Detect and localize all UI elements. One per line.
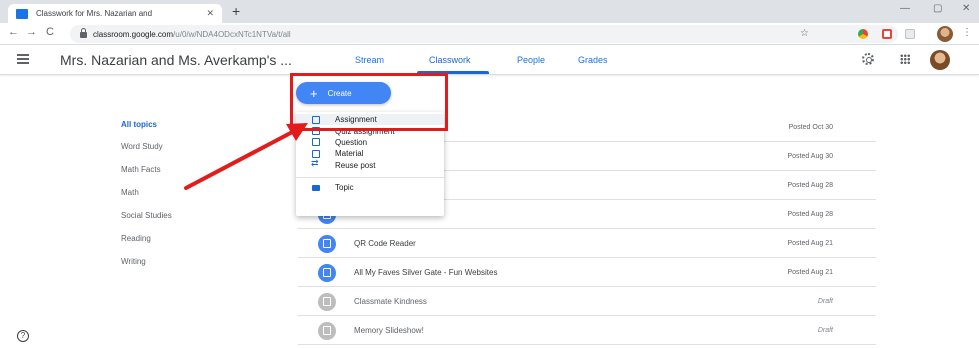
sidebar-item-all-topics[interactable]: All topics <box>121 120 157 129</box>
row-title: Memory Slideshow! <box>354 325 424 335</box>
settings-gear-icon[interactable] <box>862 53 874 65</box>
new-tab-button[interactable]: + <box>232 3 240 19</box>
google-apps-icon[interactable] <box>900 54 910 64</box>
draft-assignment-icon <box>318 293 336 311</box>
stream-row[interactable]: QR Code Reader Posted Aug 21 <box>298 229 876 258</box>
classroom-header: Mrs. Nazarian and Ms. Averkamp's ... Str… <box>0 45 979 75</box>
menu-item-label: Topic <box>335 183 354 193</box>
browser-profile-avatar[interactable] <box>937 26 953 42</box>
maximize-icon[interactable]: ▢ <box>933 3 942 14</box>
url-host: classroom.google.com <box>93 29 174 39</box>
reload-icon[interactable]: C <box>46 26 54 38</box>
menu-item-reuse-post[interactable]: Reuse post <box>296 158 444 171</box>
sidebar-item-reading[interactable]: Reading <box>121 234 151 243</box>
window-close-icon[interactable]: ✕ <box>962 3 970 14</box>
row-status: Posted Aug 21 <box>787 239 833 247</box>
browser-tab-strip: Classwork for Mrs. Nazarian and ✕ + — ▢ … <box>0 0 979 23</box>
tab-grades[interactable]: Grades <box>578 55 608 65</box>
menu-item-label: Question <box>335 137 368 147</box>
stream-row[interactable]: All My Faves Silver Gate - Fun Websites … <box>298 258 876 287</box>
sidebar-item-writing[interactable]: Writing <box>121 257 146 266</box>
user-avatar[interactable] <box>930 50 950 70</box>
material-icon <box>318 264 336 282</box>
browser-tab[interactable]: Classwork for Mrs. Nazarian and ✕ <box>8 4 222 23</box>
draft-assignment-icon <box>318 322 336 340</box>
bookmark-star-icon[interactable]: ☆ <box>800 28 809 39</box>
material-icon <box>318 235 336 253</box>
browser-tab-title: Classwork for Mrs. Nazarian and <box>36 9 153 18</box>
tab-stream[interactable]: Stream <box>355 55 384 65</box>
menu-item-label: Material <box>335 149 364 159</box>
row-status: Draft <box>817 297 833 305</box>
row-status: Posted Aug 21 <box>787 268 833 276</box>
hamburger-menu-icon[interactable] <box>17 54 29 64</box>
row-title: Classmate Kindness <box>354 296 427 306</box>
tab-people[interactable]: People <box>517 55 545 65</box>
forward-icon[interactable]: → <box>26 26 37 38</box>
url-path: /u/0/w/NDA4ODcxNTc1NTVa/t/all <box>173 29 291 39</box>
sidebar-item-word-study[interactable]: Word Study <box>121 142 163 151</box>
help-icon[interactable]: ? <box>17 330 29 342</box>
row-title: QR Code Reader <box>354 238 416 248</box>
reuse-icon <box>311 158 320 169</box>
annotation-highlight-box <box>290 73 448 131</box>
minimize-icon[interactable]: — <box>900 3 910 14</box>
sidebar-item-social-studies[interactable]: Social Studies <box>121 211 172 220</box>
browser-menu-icon[interactable]: ⋮ <box>962 27 972 38</box>
row-title: All My Faves Silver Gate - Fun Websites <box>354 267 498 277</box>
stream-row[interactable]: Classmate Kindness Draft <box>298 287 876 316</box>
sidebar-item-math[interactable]: Math <box>121 188 139 197</box>
tab-classwork[interactable]: Classwork <box>429 55 471 65</box>
extension-box-icon[interactable] <box>905 29 915 39</box>
row-status: Posted Aug 28 <box>787 210 833 218</box>
classroom-favicon-icon <box>16 8 28 19</box>
tab-close-icon[interactable]: ✕ <box>206 8 214 19</box>
extension-color-icon[interactable] <box>858 29 868 39</box>
address-bar[interactable]: classroom.google.com /u/0/w/NDA4ODcxNTc1… <box>70 25 898 43</box>
class-title[interactable]: Mrs. Nazarian and Ms. Averkamp's ... <box>60 52 292 68</box>
sidebar-item-math-facts[interactable]: Math Facts <box>121 165 161 174</box>
menu-item-question[interactable]: Question <box>296 137 444 148</box>
extension-code-icon[interactable] <box>882 29 892 39</box>
lock-icon <box>80 28 87 38</box>
stream-row[interactable]: Memory Slideshow! Draft <box>298 316 876 345</box>
menu-item-topic[interactable]: Topic <box>296 182 444 193</box>
topic-icon <box>312 184 320 191</box>
question-icon <box>312 138 320 147</box>
menu-item-label: Reuse post <box>335 160 376 170</box>
back-icon[interactable]: ← <box>8 26 19 38</box>
row-status: Posted Oct 30 <box>788 123 833 131</box>
row-status: Posted Aug 28 <box>787 181 833 189</box>
browser-toolbar: ← → C classroom.google.com /u/0/w/NDA4OD… <box>0 23 979 45</box>
row-status: Posted Aug 30 <box>787 152 833 160</box>
row-status: Draft <box>817 326 833 334</box>
menu-divider <box>296 176 444 178</box>
material-icon <box>312 149 320 158</box>
